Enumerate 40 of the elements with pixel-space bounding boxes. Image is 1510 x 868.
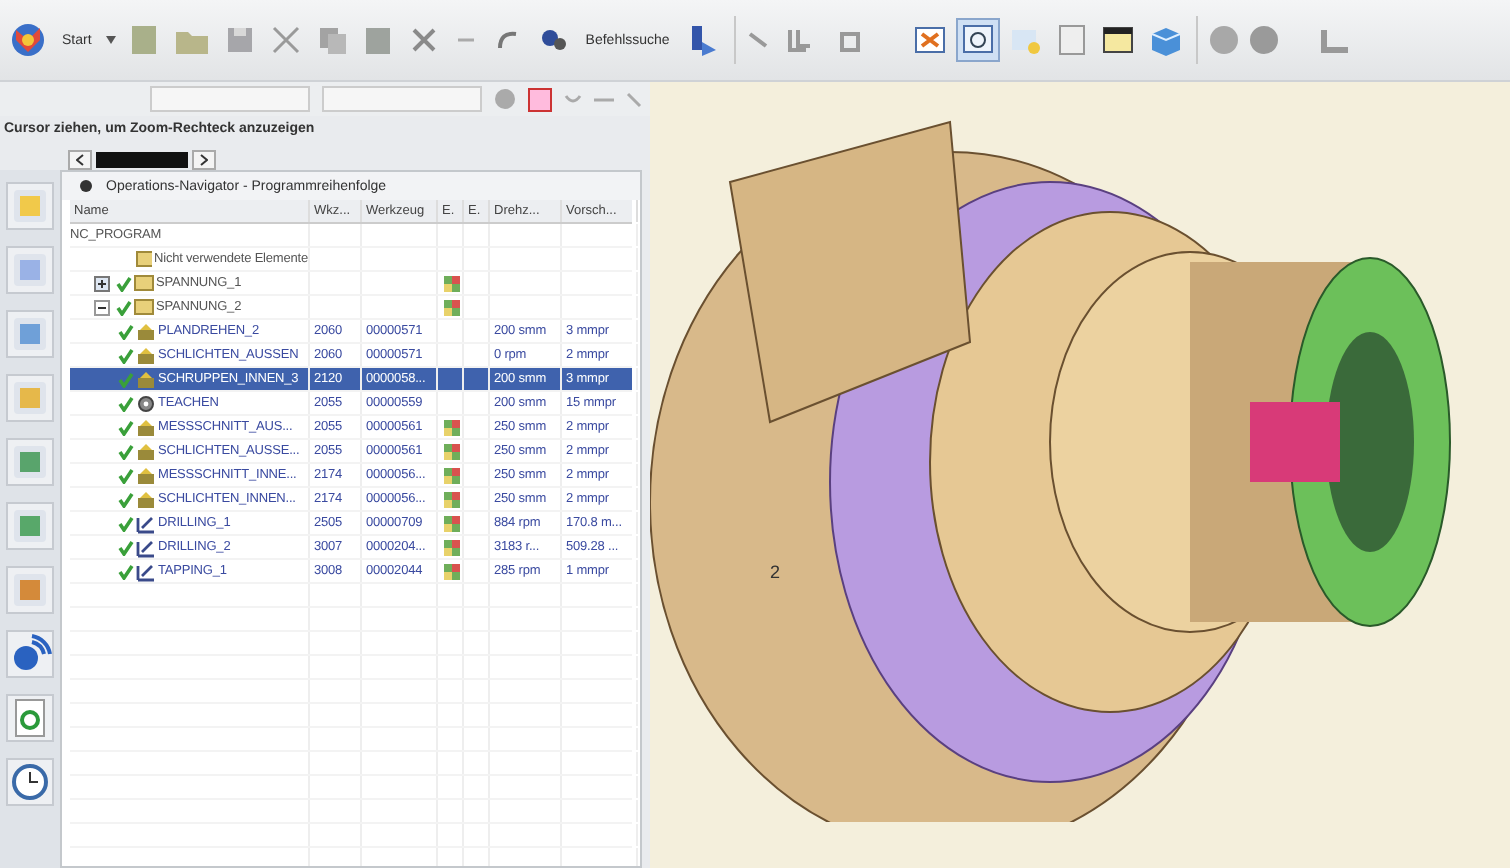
turning-tool-icon <box>136 465 156 485</box>
chevron-right-icon <box>200 153 208 165</box>
drill-icon <box>136 513 156 533</box>
navigator-tool-icon[interactable] <box>6 438 54 486</box>
refresh-document-icon[interactable] <box>6 694 54 742</box>
navigator-tab[interactable] <box>96 151 188 167</box>
document-icon[interactable] <box>1053 22 1090 58</box>
zoom-icon[interactable] <box>957 20 998 60</box>
window-icon[interactable] <box>1099 22 1136 58</box>
selection-filter-icon[interactable] <box>528 87 552 111</box>
navigator-tool-icon[interactable] <box>6 566 54 614</box>
navigator-tool-icon[interactable] <box>6 246 54 294</box>
drill-icon <box>136 561 156 581</box>
scroll-left-button[interactable] <box>68 149 92 169</box>
pin-icon[interactable] <box>78 178 94 194</box>
turning-tool-icon <box>136 345 156 365</box>
filter-dropdown[interactable] <box>150 86 310 112</box>
scroll-right-button[interactable] <box>192 149 216 169</box>
jaw-label: 2 <box>770 562 781 582</box>
navigator-tool-icon[interactable] <box>6 374 54 422</box>
clock-icon[interactable] <box>6 758 54 806</box>
line-icon[interactable] <box>594 97 614 101</box>
turning-tool-icon <box>136 321 156 341</box>
turning-tool-icon <box>136 489 156 509</box>
logo-icon[interactable] <box>8 22 48 58</box>
curve-icon[interactable] <box>564 94 582 104</box>
assembly-dropdown[interactable] <box>322 86 482 112</box>
turning-tool-icon <box>136 417 156 437</box>
chevron-left-icon <box>76 153 84 165</box>
turning-tool-icon <box>136 441 156 461</box>
drill-icon <box>136 537 156 557</box>
caret-icon[interactable] <box>105 36 116 44</box>
navigator-tool-icon[interactable] <box>6 182 54 230</box>
expand-toggle[interactable] <box>94 299 110 315</box>
expand-toggle[interactable] <box>94 275 110 291</box>
diagonal-line-icon[interactable] <box>626 91 642 107</box>
navigator-tool-icon[interactable] <box>6 310 54 358</box>
turning-tool-icon <box>136 369 156 389</box>
navigator-tool-icon[interactable] <box>6 502 54 550</box>
fit-view-icon[interactable] <box>911 22 948 58</box>
